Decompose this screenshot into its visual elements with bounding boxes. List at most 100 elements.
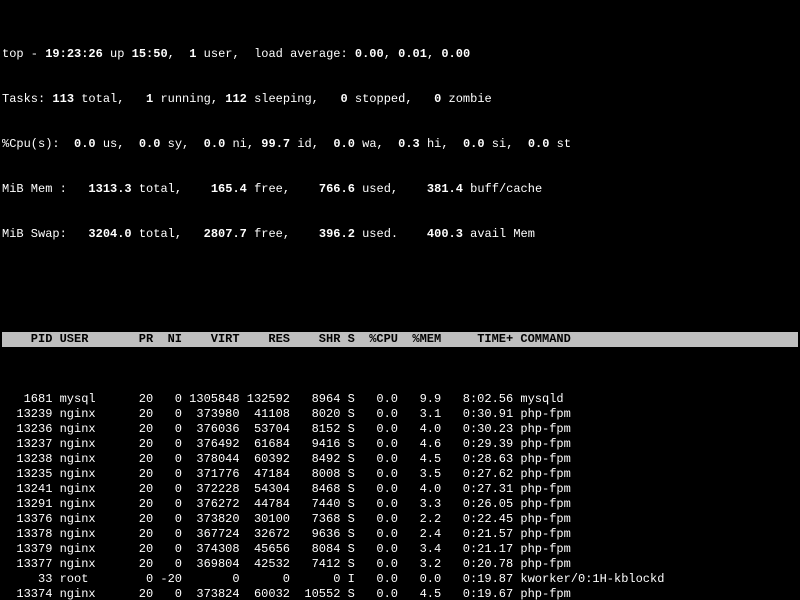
cell-mem: 3.1 xyxy=(398,407,441,422)
cell-cmd: php-fpm xyxy=(513,557,571,572)
cell-pr: 20 xyxy=(124,392,153,407)
top-terminal[interactable]: top - 19:23:26 up 15:50, 1 user, load av… xyxy=(0,0,800,600)
cell-pid: 13291 xyxy=(2,497,52,512)
cell-pid: 13376 xyxy=(2,512,52,527)
process-row[interactable]: 1681mysql20013058481325928964S0.09.98:02… xyxy=(2,392,798,407)
process-row[interactable]: 13241nginx200372228543048468S0.04.00:27.… xyxy=(2,482,798,497)
process-row[interactable]: 13377nginx200369804425327412S0.03.20:20.… xyxy=(2,557,798,572)
cell-pr: 20 xyxy=(124,482,153,497)
process-row[interactable]: 13379nginx200374308456568084S0.03.40:21.… xyxy=(2,542,798,557)
cell-time: 0:27.31 xyxy=(441,482,513,497)
cell-virt: 373824 xyxy=(182,587,240,600)
cell-pid: 13237 xyxy=(2,437,52,452)
cell-pid: 1681 xyxy=(2,392,52,407)
col-pr[interactable]: PR xyxy=(124,332,153,347)
cell-pid: 13378 xyxy=(2,527,52,542)
cell-ni: 0 xyxy=(153,542,182,557)
cell-s: S xyxy=(340,422,354,437)
col-res[interactable]: RES xyxy=(240,332,290,347)
col-s[interactable]: S xyxy=(340,332,354,347)
process-row[interactable]: 13376nginx200373820301007368S0.02.20:22.… xyxy=(2,512,798,527)
cell-virt: 367724 xyxy=(182,527,240,542)
cell-pr: 20 xyxy=(124,452,153,467)
cell-virt: 376036 xyxy=(182,422,240,437)
col-pid[interactable]: PID xyxy=(2,332,52,347)
cell-s: I xyxy=(340,572,354,587)
cell-cmd: php-fpm xyxy=(513,437,571,452)
summary-line-cpu: %Cpu(s): 0.0 us, 0.0 sy, 0.0 ni, 99.7 id… xyxy=(2,137,798,152)
cell-shr: 10552 xyxy=(290,587,340,600)
col-cpu[interactable]: %CPU xyxy=(355,332,398,347)
cell-cmd: php-fpm xyxy=(513,542,571,557)
col-ni[interactable]: NI xyxy=(153,332,182,347)
cell-time: 0:26.05 xyxy=(441,497,513,512)
cell-virt: 373980 xyxy=(182,407,240,422)
cell-s: S xyxy=(340,587,354,600)
cell-virt: 378044 xyxy=(182,452,240,467)
cell-virt: 376492 xyxy=(182,437,240,452)
cell-cmd: php-fpm xyxy=(513,452,571,467)
cell-ni: 0 xyxy=(153,482,182,497)
cell-user: nginx xyxy=(52,542,124,557)
summary-line-mem: MiB Mem : 1313.3 total, 165.4 free, 766.… xyxy=(2,182,798,197)
cell-ni: 0 xyxy=(153,422,182,437)
cell-pr: 20 xyxy=(124,587,153,600)
cell-ni: 0 xyxy=(153,437,182,452)
cell-shr: 9636 xyxy=(290,527,340,542)
cell-pid: 13236 xyxy=(2,422,52,437)
cell-pr: 0 xyxy=(124,572,153,587)
col-shr[interactable]: SHR xyxy=(290,332,340,347)
cell-res: 42532 xyxy=(240,557,290,572)
cell-cpu: 0.0 xyxy=(355,572,398,587)
cell-ni: -20 xyxy=(153,572,182,587)
process-row[interactable]: 13291nginx200376272447847440S0.03.30:26.… xyxy=(2,497,798,512)
cell-mem: 4.5 xyxy=(398,587,441,600)
cell-mem: 0.0 xyxy=(398,572,441,587)
cell-cpu: 0.0 xyxy=(355,482,398,497)
cell-shr: 8008 xyxy=(290,467,340,482)
cell-pr: 20 xyxy=(124,467,153,482)
cell-virt: 376272 xyxy=(182,497,240,512)
process-row[interactable]: 13237nginx200376492616849416S0.04.60:29.… xyxy=(2,437,798,452)
process-row[interactable]: 13374nginx2003738246003210552S0.04.50:19… xyxy=(2,587,798,600)
process-row[interactable]: 33root0-20000I0.00.00:19.87kworker/0:1H-… xyxy=(2,572,798,587)
cell-virt: 372228 xyxy=(182,482,240,497)
cell-mem: 3.3 xyxy=(398,497,441,512)
cell-user: nginx xyxy=(52,452,124,467)
cell-res: 32672 xyxy=(240,527,290,542)
col-virt[interactable]: VIRT xyxy=(182,332,240,347)
cell-time: 0:22.45 xyxy=(441,512,513,527)
cell-res: 54304 xyxy=(240,482,290,497)
cell-shr: 8492 xyxy=(290,452,340,467)
cell-pr: 20 xyxy=(124,557,153,572)
cell-shr: 7440 xyxy=(290,497,340,512)
process-row[interactable]: 13239nginx200373980411088020S0.03.10:30.… xyxy=(2,407,798,422)
summary-blank xyxy=(2,272,798,287)
process-row[interactable]: 13235nginx200371776471848008S0.03.50:27.… xyxy=(2,467,798,482)
process-row[interactable]: 13236nginx200376036537048152S0.04.00:30.… xyxy=(2,422,798,437)
cell-ni: 0 xyxy=(153,407,182,422)
cell-ni: 0 xyxy=(153,527,182,542)
cell-s: S xyxy=(340,467,354,482)
process-row[interactable]: 13378nginx200367724326729636S0.02.40:21.… xyxy=(2,527,798,542)
col-command[interactable]: COMMAND xyxy=(513,332,571,347)
cell-ni: 0 xyxy=(153,452,182,467)
cell-cpu: 0.0 xyxy=(355,527,398,542)
cell-user: mysql xyxy=(52,392,124,407)
col-user[interactable]: USER xyxy=(52,332,124,347)
cell-ni: 0 xyxy=(153,467,182,482)
cell-s: S xyxy=(340,392,354,407)
cell-cmd: mysqld xyxy=(513,392,563,407)
cell-user: nginx xyxy=(52,482,124,497)
cell-cpu: 0.0 xyxy=(355,452,398,467)
cell-time: 0:21.57 xyxy=(441,527,513,542)
process-table-header[interactable]: PID USER PR NI VIRT RES SHR S %CPU %MEM … xyxy=(2,332,798,347)
cell-user: nginx xyxy=(52,512,124,527)
cell-ni: 0 xyxy=(153,557,182,572)
cell-shr: 9416 xyxy=(290,437,340,452)
col-mem[interactable]: %MEM xyxy=(398,332,441,347)
process-row[interactable]: 13238nginx200378044603928492S0.04.50:28.… xyxy=(2,452,798,467)
cell-shr: 8964 xyxy=(290,392,340,407)
cell-pid: 13377 xyxy=(2,557,52,572)
col-time[interactable]: TIME+ xyxy=(441,332,513,347)
